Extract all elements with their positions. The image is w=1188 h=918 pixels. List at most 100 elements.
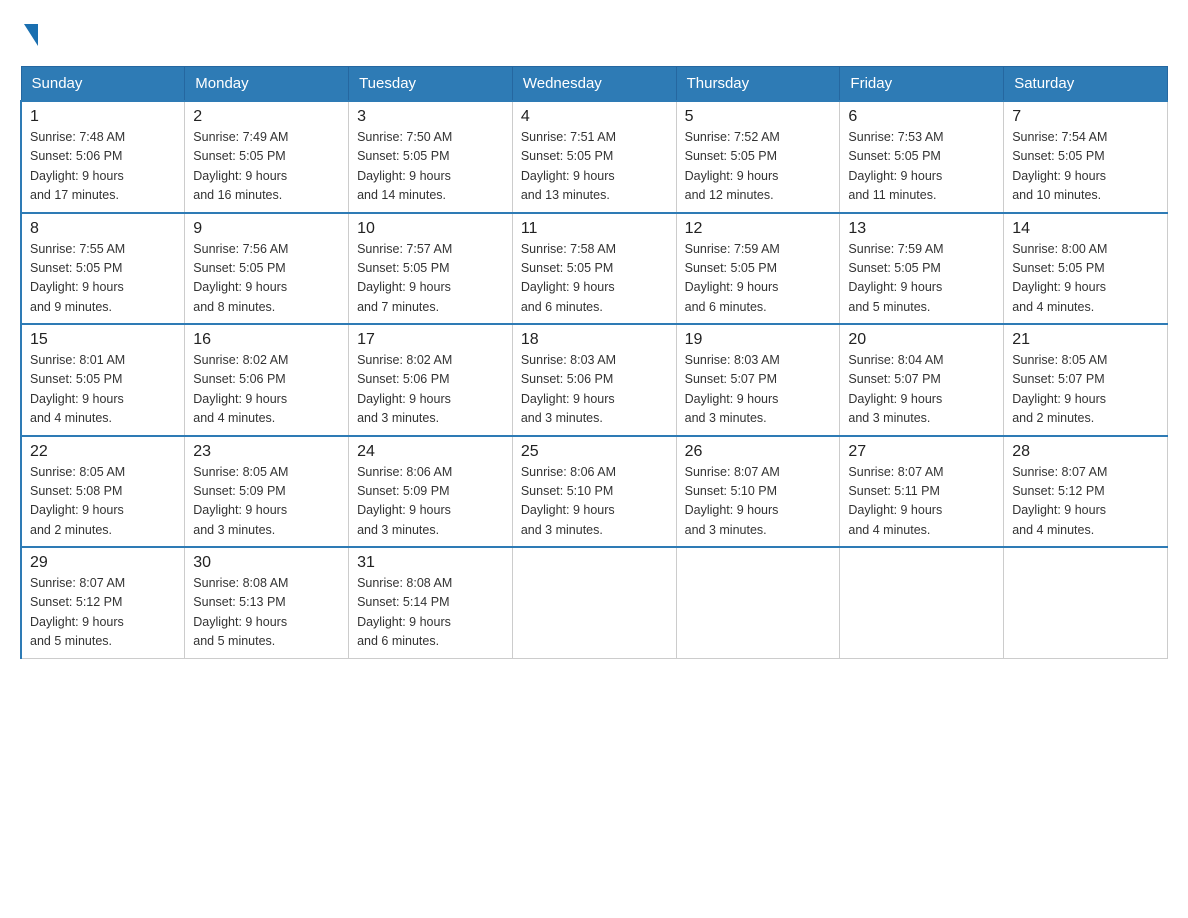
calendar-header-tuesday: Tuesday [349,67,513,102]
day-number: 12 [685,220,832,238]
calendar-cell: 14 Sunrise: 8:00 AMSunset: 5:05 PMDayligh… [1004,213,1168,325]
day-info: Sunrise: 8:05 AMSunset: 5:07 PMDaylight:… [1012,351,1159,429]
calendar-cell [512,547,676,658]
day-number: 5 [685,108,832,126]
calendar-cell [1004,547,1168,658]
day-number: 1 [30,108,176,126]
calendar-header-row: SundayMondayTuesdayWednesdayThursdayFrid… [21,67,1168,102]
calendar-cell [840,547,1004,658]
day-info: Sunrise: 7:51 AMSunset: 5:05 PMDaylight:… [521,128,668,206]
calendar-cell: 3Sunrise: 7:50 AMSunset: 5:05 PMDaylight… [349,101,513,213]
day-info: Sunrise: 7:57 AMSunset: 5:05 PMDaylight:… [357,240,504,318]
calendar-cell: 7Sunrise: 7:54 AMSunset: 5:05 PMDaylight… [1004,101,1168,213]
calendar-cell: 12Sunrise: 7:59 AMSunset: 5:05 PMDayligh… [676,213,840,325]
calendar-header-thursday: Thursday [676,67,840,102]
calendar-cell: 17 Sunrise: 8:02 AMSunset: 5:06 PMDayligh… [349,324,513,436]
calendar-cell: 1 Sunrise: 7:48 AMSunset: 5:06 PMDaylight… [21,101,185,213]
calendar-cell: 30 Sunrise: 8:08 AMSunset: 5:13 PMDayligh… [185,547,349,658]
day-number: 24 [357,443,504,461]
calendar-header-sunday: Sunday [21,67,185,102]
calendar-cell: 27Sunrise: 8:07 AMSunset: 5:11 PMDayligh… [840,436,1004,548]
calendar-week-row: 29Sunrise: 8:07 AMSunset: 5:12 PMDayligh… [21,547,1168,658]
day-info: Sunrise: 8:06 AMSunset: 5:10 PMDaylight:… [521,463,668,541]
day-info: Sunrise: 7:58 AMSunset: 5:05 PMDaylight:… [521,240,668,318]
day-info: Sunrise: 8:03 AMSunset: 5:07 PMDaylight:… [685,351,832,429]
day-number: 31 [357,554,504,572]
calendar-cell: 15 Sunrise: 8:01 AMSunset: 5:05 PMDayligh… [21,324,185,436]
day-number: 18 [521,331,668,349]
calendar-cell: 31 Sunrise: 8:08 AMSunset: 5:14 PMDayligh… [349,547,513,658]
calendar-cell: 22 Sunrise: 8:05 AMSunset: 5:08 PMDayligh… [21,436,185,548]
day-info: Sunrise: 8:08 AMSunset: 5:14 PMDaylight:… [357,574,504,652]
calendar-cell: 16Sunrise: 8:02 AMSunset: 5:06 PMDayligh… [185,324,349,436]
day-number: 2 [193,108,340,126]
day-number: 9 [193,220,340,238]
calendar-cell: 21 Sunrise: 8:05 AMSunset: 5:07 PMDayligh… [1004,324,1168,436]
day-number: 22 [30,443,176,461]
day-info: Sunrise: 8:00 AMSunset: 5:05 PMDaylight:… [1012,240,1159,318]
day-info: Sunrise: 8:04 AMSunset: 5:07 PMDaylight:… [848,351,995,429]
day-info: Sunrise: 8:08 AMSunset: 5:13 PMDaylight:… [193,574,340,652]
day-info: Sunrise: 8:05 AMSunset: 5:08 PMDaylight:… [30,463,176,541]
calendar-cell: 9Sunrise: 7:56 AMSunset: 5:05 PMDaylight… [185,213,349,325]
day-info: Sunrise: 8:07 AMSunset: 5:12 PMDaylight:… [1012,463,1159,541]
day-info: Sunrise: 7:55 AMSunset: 5:05 PMDaylight:… [30,240,176,318]
calendar-cell: 18 Sunrise: 8:03 AMSunset: 5:06 PMDayligh… [512,324,676,436]
calendar-cell: 8Sunrise: 7:55 AMSunset: 5:05 PMDaylight… [21,213,185,325]
day-info: Sunrise: 7:52 AMSunset: 5:05 PMDaylight:… [685,128,832,206]
calendar-cell: 5 Sunrise: 7:52 AMSunset: 5:05 PMDaylight… [676,101,840,213]
day-number: 17 [357,331,504,349]
day-info: Sunrise: 8:03 AMSunset: 5:06 PMDaylight:… [521,351,668,429]
calendar-cell: 10 Sunrise: 7:57 AMSunset: 5:05 PMDayligh… [349,213,513,325]
day-number: 28 [1012,443,1159,461]
day-number: 4 [521,108,668,126]
day-info: Sunrise: 8:05 AMSunset: 5:09 PMDaylight:… [193,463,340,541]
day-number: 21 [1012,331,1159,349]
calendar-header-saturday: Saturday [1004,67,1168,102]
day-number: 19 [685,331,832,349]
day-number: 14 [1012,220,1159,238]
day-number: 20 [848,331,995,349]
calendar-cell: 24Sunrise: 8:06 AMSunset: 5:09 PMDayligh… [349,436,513,548]
day-info: Sunrise: 7:59 AMSunset: 5:05 PMDaylight:… [848,240,995,318]
day-info: Sunrise: 8:02 AMSunset: 5:06 PMDaylight:… [357,351,504,429]
day-number: 26 [685,443,832,461]
day-number: 23 [193,443,340,461]
day-number: 29 [30,554,176,572]
day-info: Sunrise: 8:07 AMSunset: 5:11 PMDaylight:… [848,463,995,541]
day-info: Sunrise: 8:07 AMSunset: 5:10 PMDaylight:… [685,463,832,541]
calendar-header-friday: Friday [840,67,1004,102]
day-info: Sunrise: 8:02 AMSunset: 5:06 PMDaylight:… [193,351,340,429]
calendar-week-row: 1 Sunrise: 7:48 AMSunset: 5:06 PMDaylight… [21,101,1168,213]
day-number: 3 [357,108,504,126]
calendar-cell: 25 Sunrise: 8:06 AMSunset: 5:10 PMDayligh… [512,436,676,548]
calendar-cell: 19 Sunrise: 8:03 AMSunset: 5:07 PMDayligh… [676,324,840,436]
day-number: 25 [521,443,668,461]
day-number: 15 [30,331,176,349]
calendar-cell: 20 Sunrise: 8:04 AMSunset: 5:07 PMDayligh… [840,324,1004,436]
day-info: Sunrise: 7:49 AMSunset: 5:05 PMDaylight:… [193,128,340,206]
day-number: 7 [1012,108,1159,126]
day-info: Sunrise: 8:01 AMSunset: 5:05 PMDaylight:… [30,351,176,429]
day-info: Sunrise: 7:53 AMSunset: 5:05 PMDaylight:… [848,128,995,206]
calendar-cell: 23 Sunrise: 8:05 AMSunset: 5:09 PMDayligh… [185,436,349,548]
calendar-cell [676,547,840,658]
calendar-table: SundayMondayTuesdayWednesdayThursdayFrid… [20,66,1168,659]
logo-triangle-icon [24,24,38,46]
page-header [20,20,1168,46]
day-number: 30 [193,554,340,572]
day-info: Sunrise: 7:48 AMSunset: 5:06 PMDaylight:… [30,128,176,206]
calendar-week-row: 8Sunrise: 7:55 AMSunset: 5:05 PMDaylight… [21,213,1168,325]
logo [20,20,38,46]
calendar-cell: 4 Sunrise: 7:51 AMSunset: 5:05 PMDaylight… [512,101,676,213]
calendar-week-row: 15 Sunrise: 8:01 AMSunset: 5:05 PMDayligh… [21,324,1168,436]
calendar-header-monday: Monday [185,67,349,102]
day-number: 11 [521,220,668,238]
day-number: 6 [848,108,995,126]
day-number: 10 [357,220,504,238]
calendar-cell: 11 Sunrise: 7:58 AMSunset: 5:05 PMDayligh… [512,213,676,325]
day-number: 13 [848,220,995,238]
calendar-header-wednesday: Wednesday [512,67,676,102]
calendar-cell: 2 Sunrise: 7:49 AMSunset: 5:05 PMDaylight… [185,101,349,213]
calendar-week-row: 22 Sunrise: 8:05 AMSunset: 5:08 PMDayligh… [21,436,1168,548]
